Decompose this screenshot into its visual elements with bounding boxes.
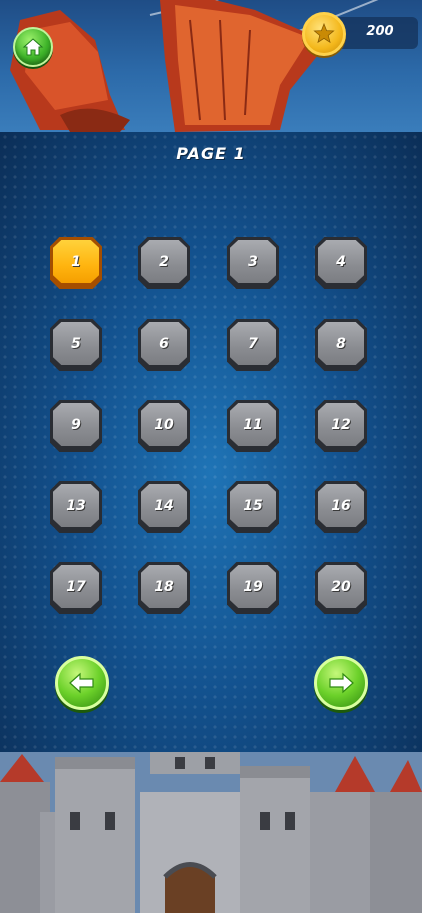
level-button-4[interactable]: 4 [315,237,367,289]
level-number: 17 [66,578,86,595]
level-number: 9 [71,416,81,433]
castle-graphic [0,752,422,913]
top-banner: 200 [0,0,422,132]
level-button-11[interactable]: 11 [227,400,279,452]
level-number: 3 [248,253,258,270]
page-title: PAGE 1 [176,144,246,163]
home-button[interactable] [13,27,53,67]
level-number: 11 [243,416,263,433]
level-select-panel: PAGE 1 1 2 3 4 5 6 7 8 9 10 11 12 13 14 15 16 17 18 19 20 [0,132,422,752]
level-number: 13 [66,497,86,514]
prev-page-button[interactable] [55,656,109,710]
level-button-1[interactable]: 1 [50,237,102,289]
level-button-7[interactable]: 7 [227,319,279,371]
level-number: 10 [154,416,174,433]
level-button-16[interactable]: 16 [315,481,367,533]
level-number: 19 [243,578,263,595]
level-button-14[interactable]: 14 [138,481,190,533]
home-icon [22,38,44,56]
level-number: 15 [243,497,263,514]
coin-count: 200 [366,24,394,39]
level-number: 2 [159,253,169,270]
level-button-5[interactable]: 5 [50,319,102,371]
arrow-right-icon [329,672,354,694]
level-button-10[interactable]: 10 [138,400,190,452]
level-button-13[interactable]: 13 [50,481,102,533]
level-number: 16 [331,497,351,514]
level-button-15[interactable]: 15 [227,481,279,533]
level-number: 20 [331,578,351,595]
level-button-18[interactable]: 18 [138,562,190,614]
level-number: 4 [336,253,346,270]
coin-icon [302,12,346,56]
next-page-button[interactable] [314,656,368,710]
level-number: 14 [154,497,174,514]
level-button-12[interactable]: 12 [315,400,367,452]
castle-illustration [0,752,422,913]
level-number: 1 [71,253,81,270]
level-number: 12 [331,416,351,433]
level-button-17[interactable]: 17 [50,562,102,614]
star-coin-icon [313,22,335,44]
level-number: 8 [336,335,346,352]
level-button-2[interactable]: 2 [138,237,190,289]
level-number: 7 [248,335,258,352]
level-number: 6 [159,335,169,352]
level-button-6[interactable]: 6 [138,319,190,371]
level-button-20[interactable]: 20 [315,562,367,614]
level-number: 5 [71,335,81,352]
level-number: 18 [154,578,174,595]
level-button-19[interactable]: 19 [227,562,279,614]
level-button-3[interactable]: 3 [227,237,279,289]
level-button-9[interactable]: 9 [50,400,102,452]
level-button-8[interactable]: 8 [315,319,367,371]
arrow-left-icon [69,672,94,694]
